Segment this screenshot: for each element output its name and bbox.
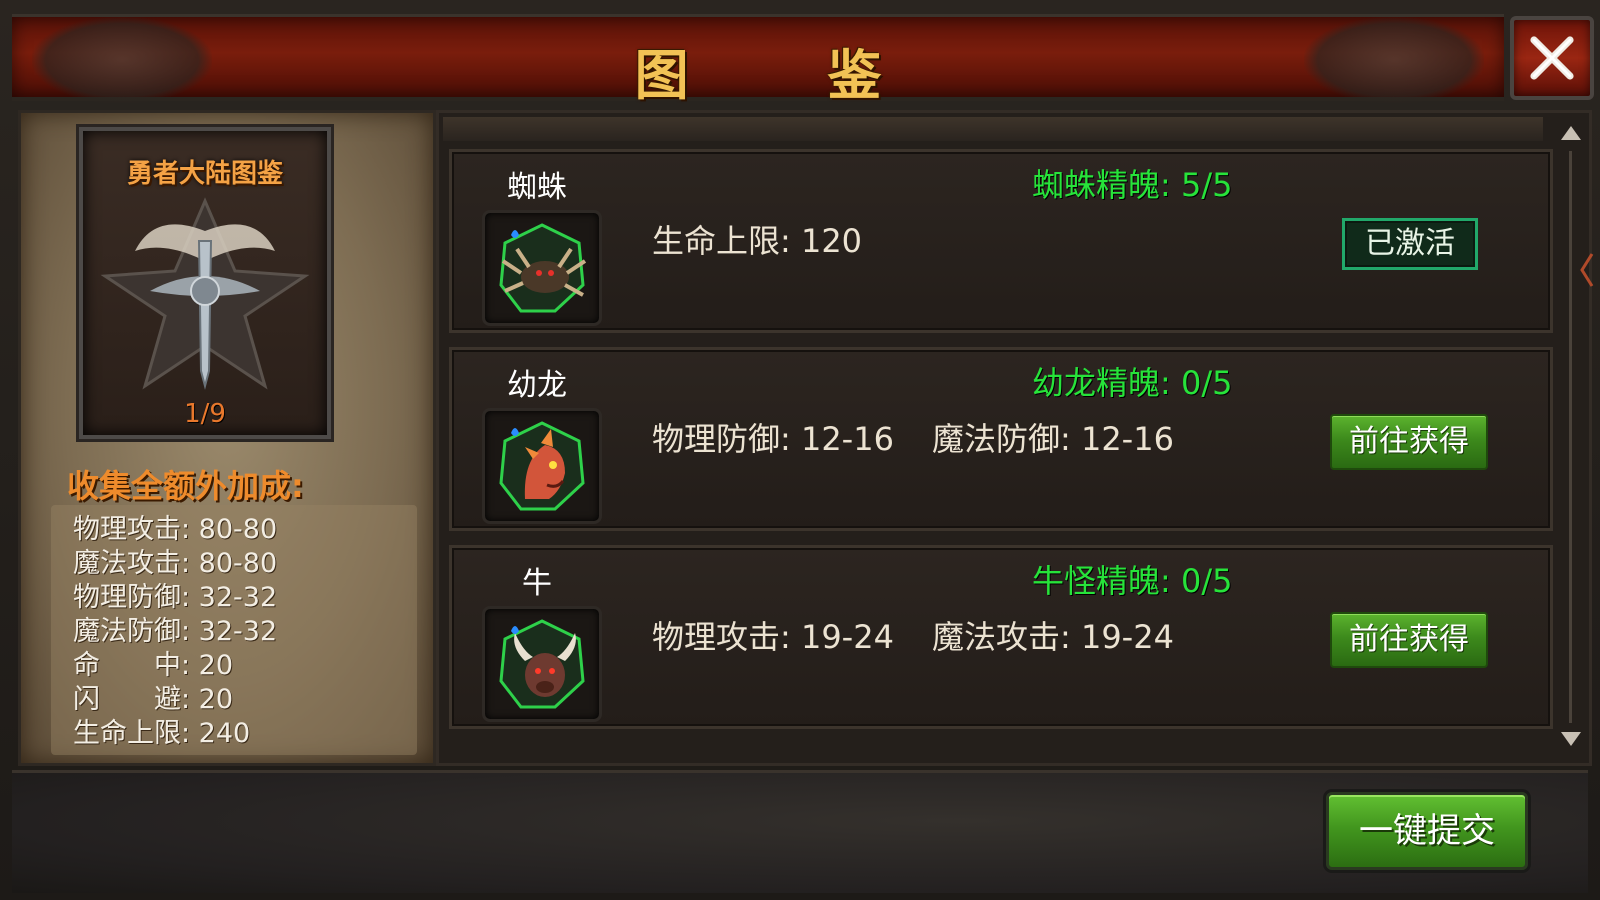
scroll-up-arrow-icon[interactable] xyxy=(1559,123,1583,143)
window-title: 图 鉴 xyxy=(634,43,942,107)
scroll-down-arrow-icon[interactable] xyxy=(1559,729,1583,749)
list-item: 幼龙 幼龙精魄: 0/5 物理防御: 12-16 魔法防御: 12-16 前往获… xyxy=(449,347,1553,531)
list-top-trim xyxy=(443,117,1543,141)
title-bar: 图 鉴 xyxy=(12,14,1504,107)
collection-progress: 1/9 xyxy=(184,399,226,429)
stat-max-hp: 生命上限: 120 xyxy=(652,222,863,260)
activated-badge: 已激活 xyxy=(1342,218,1478,270)
soul-progress: 牛怪精魄: 0/5 xyxy=(1032,562,1233,600)
young-dragon-icon xyxy=(499,421,585,511)
stat-physical-defense: 物理防御: 12-16 xyxy=(652,420,894,458)
soul-progress: 蜘蛛精魄: 5/5 xyxy=(1032,166,1233,204)
bonus-max-hp: 生命上限: 240 xyxy=(73,718,251,749)
list-item: 牛 牛怪精魄: 0/5 物理攻击: 19-24 魔法攻击: 19-24 前往获得 xyxy=(449,545,1553,729)
stat-magic-attack: 魔法攻击: 19-24 xyxy=(932,618,1174,656)
monster-name: 牛 xyxy=(522,566,552,601)
codex-window: 图 鉴 勇者大陆图鉴 1/9 收集全额外加成: 物理攻击: 80-80 魔法攻击… xyxy=(0,0,1600,900)
close-button[interactable] xyxy=(1510,16,1594,100)
bonus-title: 收集全额外加成: xyxy=(67,467,304,505)
monster-portrait[interactable] xyxy=(482,210,602,326)
monster-portrait[interactable] xyxy=(482,606,602,722)
list-scrollbar[interactable] xyxy=(1559,119,1583,753)
one-click-submit-button[interactable]: 一键提交 xyxy=(1326,792,1528,870)
list-item: 蜘蛛 蜘蛛精魄: 5/5 生命上限: 120 已激活 xyxy=(449,149,1553,333)
monster-list-panel[interactable]: 蜘蛛 蜘蛛精魄: 5/5 生命上限: 120 已激活 幼龙 幼龙精魄: 0/5 … xyxy=(436,110,1592,766)
collection-summary-panel: 勇者大陆图鉴 1/9 收集全额外加成: 物理攻击: 80-80 魔法攻击: 80… xyxy=(18,110,436,766)
side-collapse-arrow-icon[interactable] xyxy=(1578,240,1596,300)
bull-monster-icon xyxy=(499,619,585,709)
collection-card: 勇者大陆图鉴 1/9 xyxy=(76,124,334,442)
soul-progress: 幼龙精魄: 0/5 xyxy=(1032,364,1233,402)
go-obtain-button[interactable]: 前往获得 xyxy=(1330,612,1488,668)
sword-wing-emblem-icon xyxy=(100,197,310,390)
bonus-list: 物理攻击: 80-80 魔法攻击: 80-80 物理防御: 32-32 魔法防御… xyxy=(51,505,417,755)
monster-name: 幼龙 xyxy=(507,368,567,403)
stat-magic-defense: 魔法防御: 12-16 xyxy=(932,420,1174,458)
stat-physical-attack: 物理攻击: 19-24 xyxy=(652,618,894,656)
monster-name: 蜘蛛 xyxy=(507,170,567,205)
close-x-icon xyxy=(1530,36,1574,80)
go-obtain-button[interactable]: 前往获得 xyxy=(1330,414,1488,470)
spider-icon xyxy=(499,223,587,313)
monster-portrait[interactable] xyxy=(482,408,602,524)
scroll-track[interactable] xyxy=(1569,151,1572,723)
